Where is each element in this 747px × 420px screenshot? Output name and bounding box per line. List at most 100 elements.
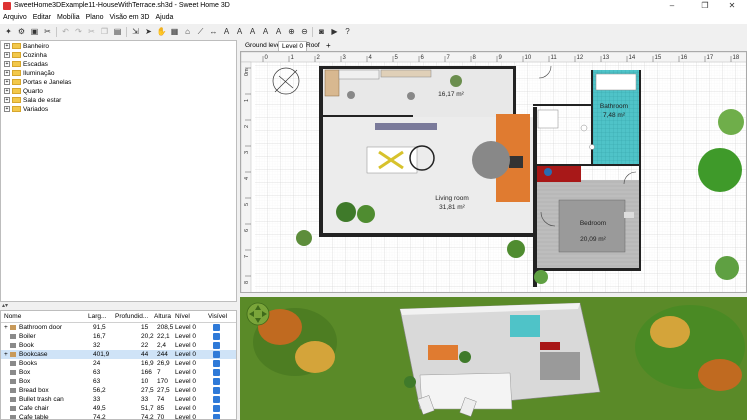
expand-icon[interactable]: + [4,70,10,77]
toolbar-separator [56,27,57,37]
visible-checkbox[interactable] [213,405,220,412]
plan-canvas[interactable]: 0123456789101112131415161718 0m123456789 [241,52,747,293]
category-label: Quarto [23,88,43,95]
create-photo-icon[interactable]: ◙ [316,26,327,37]
menu-ajuda[interactable]: Ajuda [152,12,176,21]
visible-checkbox[interactable] [213,414,220,419]
catalog-category[interactable]: + Sala de estar [4,97,61,106]
3d-canvas[interactable] [240,297,747,420]
pan-mode-icon[interactable]: ✋ [156,26,167,37]
visible-checkbox[interactable] [213,333,220,340]
new-home-icon[interactable]: ✦ [3,26,14,37]
create-video-icon[interactable]: ▶ [329,26,340,37]
table-row[interactable]: Box 63 166 7 Level 0 [1,368,236,377]
create-dimensions-icon[interactable]: ↔ [208,26,219,37]
add-furniture-icon[interactable]: ⇲ [130,26,141,37]
increase-text-icon[interactable]: A [273,26,284,37]
table-row[interactable]: Box 63 10 170 Level 0 [1,377,236,386]
furniture-table[interactable]: Nome Larg... Profundid... Altura Nível V… [0,310,237,420]
ruler-label: 10 [525,55,532,61]
visible-checkbox[interactable] [213,396,220,403]
level-tabs: Ground level Level 0 Roof + [240,40,747,51]
zoom-out-icon[interactable]: ⊖ [299,26,310,37]
menu-mobilia[interactable]: Mobília [54,12,83,21]
table-row[interactable]: + Bookcase 401,9 44 244 Level 0 [1,350,236,359]
expand-icon[interactable]: + [4,61,10,68]
redo-icon[interactable]: ↷ [73,26,84,37]
italic-icon[interactable]: A [260,26,271,37]
collapse-arrows-icon[interactable]: ▴▾ [2,302,8,309]
column-name[interactable]: Nome [4,313,21,320]
expand-icon[interactable]: + [4,43,10,50]
expand-icon[interactable]: + [4,97,10,104]
expand-icon[interactable]: + [4,79,10,86]
catalog-category[interactable]: + Escadas [4,61,48,70]
expand-icon[interactable]: + [4,106,10,113]
menu-editar[interactable]: Editar [30,12,54,21]
visible-checkbox[interactable] [213,378,220,385]
tab-roof[interactable]: Roof [303,41,323,50]
table-row[interactable]: Cafe table 74,2 74,2 70 Level 0 [1,413,236,419]
furniture-catalog-tree[interactable]: + Banheiro + Cozinha + Escadas + Iluminação … [0,40,237,302]
visible-checkbox[interactable] [213,342,220,349]
catalog-category[interactable]: + Variados [4,106,48,115]
select-mode-icon[interactable]: ➤ [143,26,154,37]
create-rooms-icon[interactable]: ⌂ [182,26,193,37]
column-height[interactable]: Altura [154,313,171,320]
visible-checkbox[interactable] [213,387,220,394]
create-walls-icon[interactable]: ▦ [169,26,180,37]
maximize-button[interactable]: ❐ [690,0,720,12]
table-row[interactable]: Books 24 16,9 26,9 Level 0 [1,359,236,368]
navigation-arrows-icon[interactable] [246,302,270,326]
catalog-category[interactable]: + Portas e Janelas [4,79,71,88]
table-row[interactable]: Book 32 22 2,4 Level 0 [1,341,236,350]
column-level[interactable]: Nível [175,313,190,320]
visible-checkbox[interactable] [213,324,220,331]
expand-icon[interactable]: + [4,324,8,331]
close-button[interactable]: ✕ [717,0,747,12]
catalog-category[interactable]: + Banheiro [4,43,49,52]
table-row[interactable]: Boiler 16,7 20,2 22,1 Level 0 [1,332,236,341]
menu-arquivo[interactable]: Arquivo [0,12,30,21]
column-depth[interactable]: Profundid... [115,313,148,320]
text-style-icon[interactable]: A [234,26,245,37]
cell-depth: 27,5 [141,387,154,394]
table-row[interactable]: + Bathroom door 91,5 15 208,5 Level 0 [1,323,236,332]
catalog-category[interactable]: + Quarto [4,88,43,97]
open-icon[interactable]: ⚙ [16,26,27,37]
column-visible[interactable]: Visível [208,313,227,320]
expand-icon[interactable]: + [4,88,10,95]
3d-view[interactable] [240,297,747,420]
bold-icon[interactable]: A [247,26,258,37]
help-icon[interactable]: ? [342,26,353,37]
expand-icon[interactable]: + [4,52,10,59]
paste-icon[interactable]: ▤ [112,26,123,37]
create-polylines-icon[interactable]: ⟋ [195,26,206,37]
visible-checkbox[interactable] [213,351,220,358]
cut-icon[interactable]: ✂ [86,26,97,37]
bookcase [375,123,437,130]
visible-checkbox[interactable] [213,369,220,376]
zoom-in-icon[interactable]: ⊕ [286,26,297,37]
undo-icon[interactable]: ↶ [60,26,71,37]
copy-icon[interactable]: ❐ [99,26,110,37]
menu-plano[interactable]: Plano [83,12,107,21]
table-row[interactable]: Bread box 56,2 27,5 27,5 Level 0 [1,386,236,395]
column-width[interactable]: Larg... [88,313,106,320]
visible-checkbox[interactable] [213,360,220,367]
save-icon[interactable]: ▣ [29,26,40,37]
catalog-splitter[interactable]: ▴▾ [0,302,237,310]
save-as-icon[interactable]: ✂ [42,26,53,37]
catalog-category[interactable]: + Cozinha [4,52,47,61]
add-text-icon[interactable]: A [221,26,232,37]
menu-visao-3d[interactable]: Visão em 3D [107,12,153,21]
bathroom-3d [510,315,540,337]
add-level-button[interactable]: + [323,41,334,50]
plan-view[interactable]: 0123456789101112131415161718 0m123456789 [240,51,747,293]
table-row[interactable]: Cafe chair 49,5 51,7 85 Level 0 [1,404,236,413]
expand-icon[interactable]: + [4,351,8,358]
catalog-category[interactable]: + Iluminação [4,70,54,79]
minimize-button[interactable]: – [657,0,687,12]
table-row[interactable]: Bullet trash can 33 33 74 Level 0 [1,395,236,404]
folder-icon [12,79,21,86]
